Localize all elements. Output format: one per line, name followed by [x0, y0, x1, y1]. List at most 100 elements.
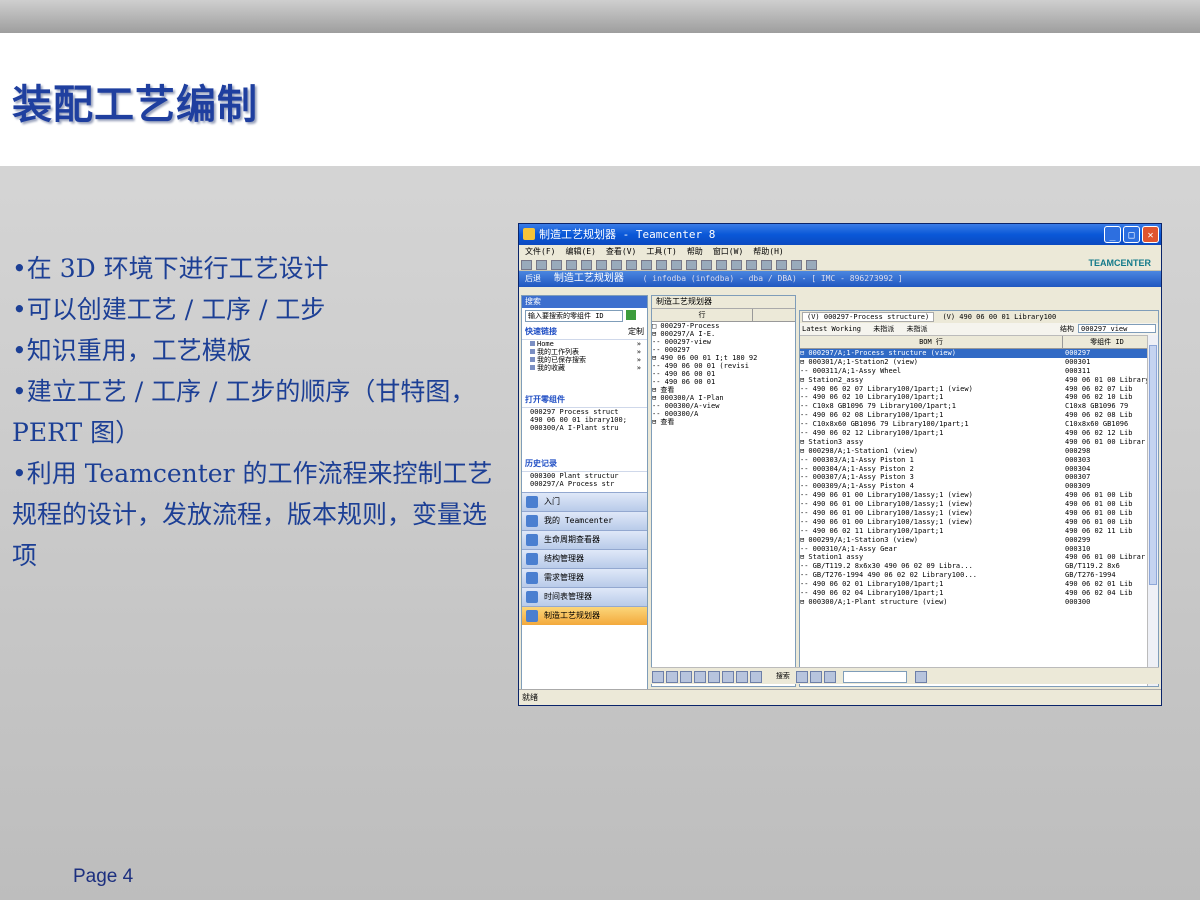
bom-row[interactable]: -- 490 06 02 07 Library100/1part;1 (view…: [800, 385, 1158, 394]
bom-row[interactable]: -- 490 06 01 00 Library100/1assy;1 (view…: [800, 500, 1158, 509]
app-getting-started[interactable]: 入门: [522, 492, 647, 511]
bom-row[interactable]: ⊟ 000300/A;1-Plant structure (view) 00030…: [800, 598, 1158, 607]
tree-column-line[interactable]: 行: [652, 309, 753, 321]
open-item[interactable]: 000297 Process struct: [522, 408, 647, 416]
customize-link[interactable]: 定制: [628, 326, 644, 337]
history-item[interactable]: 000300 Plant structur: [522, 472, 647, 480]
toolbar-button[interactable]: [611, 260, 622, 270]
open-items-title[interactable]: 打开零组件: [522, 392, 647, 408]
app-schedule-manager[interactable]: 时间表管理器: [522, 587, 647, 606]
bom-row[interactable]: -- 000307/A;1-Assy Piston 3 000307: [800, 473, 1158, 482]
column-item-id[interactable]: 零组件 ID: [1063, 336, 1152, 348]
toolbar-button[interactable]: [701, 260, 712, 270]
bom-row[interactable]: -- 000310/A;1-Assy Gear 000310: [800, 545, 1158, 554]
menu-view[interactable]: 查看(V): [606, 245, 636, 258]
tree-row[interactable]: -- 000300/A: [652, 410, 795, 418]
bom-row[interactable]: -- 490 06 01 00 Library100/1assy;1 (view…: [800, 509, 1158, 518]
bom-row[interactable]: ⊟ 000297/A;1-Process structure (view) 000…: [800, 349, 1158, 358]
toolbar-button[interactable]: [731, 260, 742, 270]
toolbar-button[interactable]: [722, 671, 734, 683]
menu-tools[interactable]: 工具(T): [646, 245, 676, 258]
toolbar-button[interactable]: [566, 260, 577, 270]
open-item[interactable]: 490 06 00 01 ibrary100;: [522, 416, 647, 424]
toolbar-button[interactable]: [680, 671, 692, 683]
app-my-teamcenter[interactable]: 我的 Teamcenter: [522, 511, 647, 530]
menu-file[interactable]: 文件(F): [525, 245, 555, 258]
app-requirements-manager[interactable]: 需求管理器: [522, 568, 647, 587]
bom-row[interactable]: -- 490 06 02 01 Library100/1part;1 490 06…: [800, 580, 1158, 589]
minimize-icon[interactable]: _: [1104, 226, 1121, 243]
open-item[interactable]: 000300/A I-Plant stru: [522, 424, 647, 432]
toolbar-button[interactable]: [736, 671, 748, 683]
find-input[interactable]: [843, 671, 908, 683]
tree-row[interactable]: -- 000297: [652, 346, 795, 354]
bom-row[interactable]: -- GB/T119.2 8x6x30 490 06 02 09 Libra..…: [800, 562, 1158, 571]
bom-row[interactable]: ⊟ 000301/A;1-Station2 (view) 000301: [800, 358, 1158, 367]
toolbar-button[interactable]: [666, 671, 678, 683]
tab-library-part[interactable]: (V) 490 06 00 01 Library100: [938, 313, 1060, 321]
toolbar-button[interactable]: [581, 260, 592, 270]
tree-row[interactable]: -- 490 06 00 01 (revisi: [652, 362, 795, 370]
toolbar-button[interactable]: [671, 260, 682, 270]
tree-row[interactable]: ⊟ 490 06 00 01 I;t 180 92: [652, 354, 795, 362]
bom-row[interactable]: ⊟ 000299/A;1-Station3 (view) 000299: [800, 536, 1158, 545]
bom-row[interactable]: -- 490 06 02 08 Library100/1part;1 490 06…: [800, 411, 1158, 420]
quick-link-worklist[interactable]: 我的工作列表 »: [522, 348, 647, 356]
toolbar-button[interactable]: [652, 671, 664, 683]
variant-rule[interactable]: 未指派: [873, 325, 894, 333]
bom-row[interactable]: -- 000303/A;1-Assy Piston 1 000303: [800, 456, 1158, 465]
quick-link-favorites[interactable]: 我的收藏 »: [522, 364, 647, 372]
tree-row[interactable]: ⊟ 000300/A I-Plan: [652, 394, 795, 402]
app-lifecycle-viewer[interactable]: 生命周期查看器: [522, 530, 647, 549]
toolbar-button[interactable]: [656, 260, 667, 270]
bom-row[interactable]: -- 000304/A;1-Assy Piston 2 000304: [800, 465, 1158, 474]
toolbar-button[interactable]: [716, 260, 727, 270]
quick-link-home[interactable]: Home »: [522, 340, 647, 348]
bom-row[interactable]: -- 490 06 01 00 Library100/1assy;1 (view…: [800, 518, 1158, 527]
bom-row[interactable]: ⊟ Station1 assy 490 06 01 00 Librar: [800, 553, 1158, 562]
find-button[interactable]: 搜索: [776, 672, 790, 680]
bom-row[interactable]: -- 490 06 02 11 Library100/1part;1 490 06…: [800, 527, 1158, 536]
tree-row[interactable]: -- 490 06 00 01: [652, 378, 795, 386]
bom-row[interactable]: -- 490 06 02 04 Library100/1part;1 490 06…: [800, 589, 1158, 598]
app-structure-manager[interactable]: 结构管理器: [522, 549, 647, 568]
history-title[interactable]: 历史记录: [522, 456, 647, 472]
bom-row[interactable]: ⊟ 000298/A;1-Station1 (view) 000298: [800, 447, 1158, 456]
toolbar-button[interactable]: [521, 260, 532, 270]
toolbar-button[interactable]: [708, 671, 720, 683]
maximize-icon[interactable]: □: [1123, 226, 1140, 243]
bom-row[interactable]: -- C10x8x60 GB1096 79 Library100/1part;1…: [800, 420, 1158, 429]
app-manufacturing-process-planner[interactable]: 制造工艺规划器: [522, 606, 647, 625]
menu-help[interactable]: 帮助(H): [753, 245, 783, 258]
toolbar-button[interactable]: [809, 671, 822, 683]
tree-row[interactable]: ⊟ 查看: [652, 418, 795, 426]
tree-row[interactable]: -- 490 06 00 01: [652, 370, 795, 378]
tree-row[interactable]: ⊟ 000297/A I-E.: [652, 330, 795, 338]
scrollbar-thumb[interactable]: [1149, 345, 1157, 585]
bom-row[interactable]: ⊟ Station3 assy 490 06 01 00 Librar: [800, 438, 1158, 447]
bom-row[interactable]: -- 490 06 02 10 Library100/1part;1 490 06…: [800, 393, 1158, 402]
menu-window[interactable]: 窗口(W): [713, 245, 743, 258]
toolbar-button[interactable]: [761, 260, 772, 270]
bom-row[interactable]: -- C10x8 GB1096 79 Library100/1part;1 C10…: [800, 402, 1158, 411]
quick-links-title[interactable]: 快速链接 定制: [522, 324, 647, 340]
toolbar-button[interactable]: [596, 260, 607, 270]
tree-row[interactable]: -- 000297-view: [652, 338, 795, 346]
toolbar-button[interactable]: [795, 671, 808, 683]
tree-row[interactable]: ⊟ 查看: [652, 386, 795, 394]
bom-row[interactable]: -- 000309/A;1-Assy Piston 4 000309: [800, 482, 1158, 491]
column-bom-line[interactable]: BOM 行: [800, 336, 1063, 348]
bom-row[interactable]: -- 490 06 01 00 Library100/1assy;1 (view…: [800, 491, 1158, 500]
vertical-scrollbar[interactable]: [1147, 335, 1158, 686]
toolbar-button[interactable]: [694, 671, 706, 683]
tab-process-structure[interactable]: (V) 000297-Process structure): [802, 312, 935, 322]
toolbar-button[interactable]: [536, 260, 547, 270]
tree-row[interactable]: □ 000297-Process: [652, 322, 795, 330]
close-icon[interactable]: ✕: [1142, 226, 1159, 243]
find-go-icon[interactable]: [915, 671, 928, 683]
toolbar-button[interactable]: [686, 260, 697, 270]
toolbar-button[interactable]: [641, 260, 652, 270]
effectivity-rule[interactable]: 未指派: [906, 325, 927, 333]
revision-rule[interactable]: Latest Working: [802, 325, 861, 333]
bom-row[interactable]: ⊟ Station2_assy 490 06 01 00 Library: [800, 376, 1158, 385]
